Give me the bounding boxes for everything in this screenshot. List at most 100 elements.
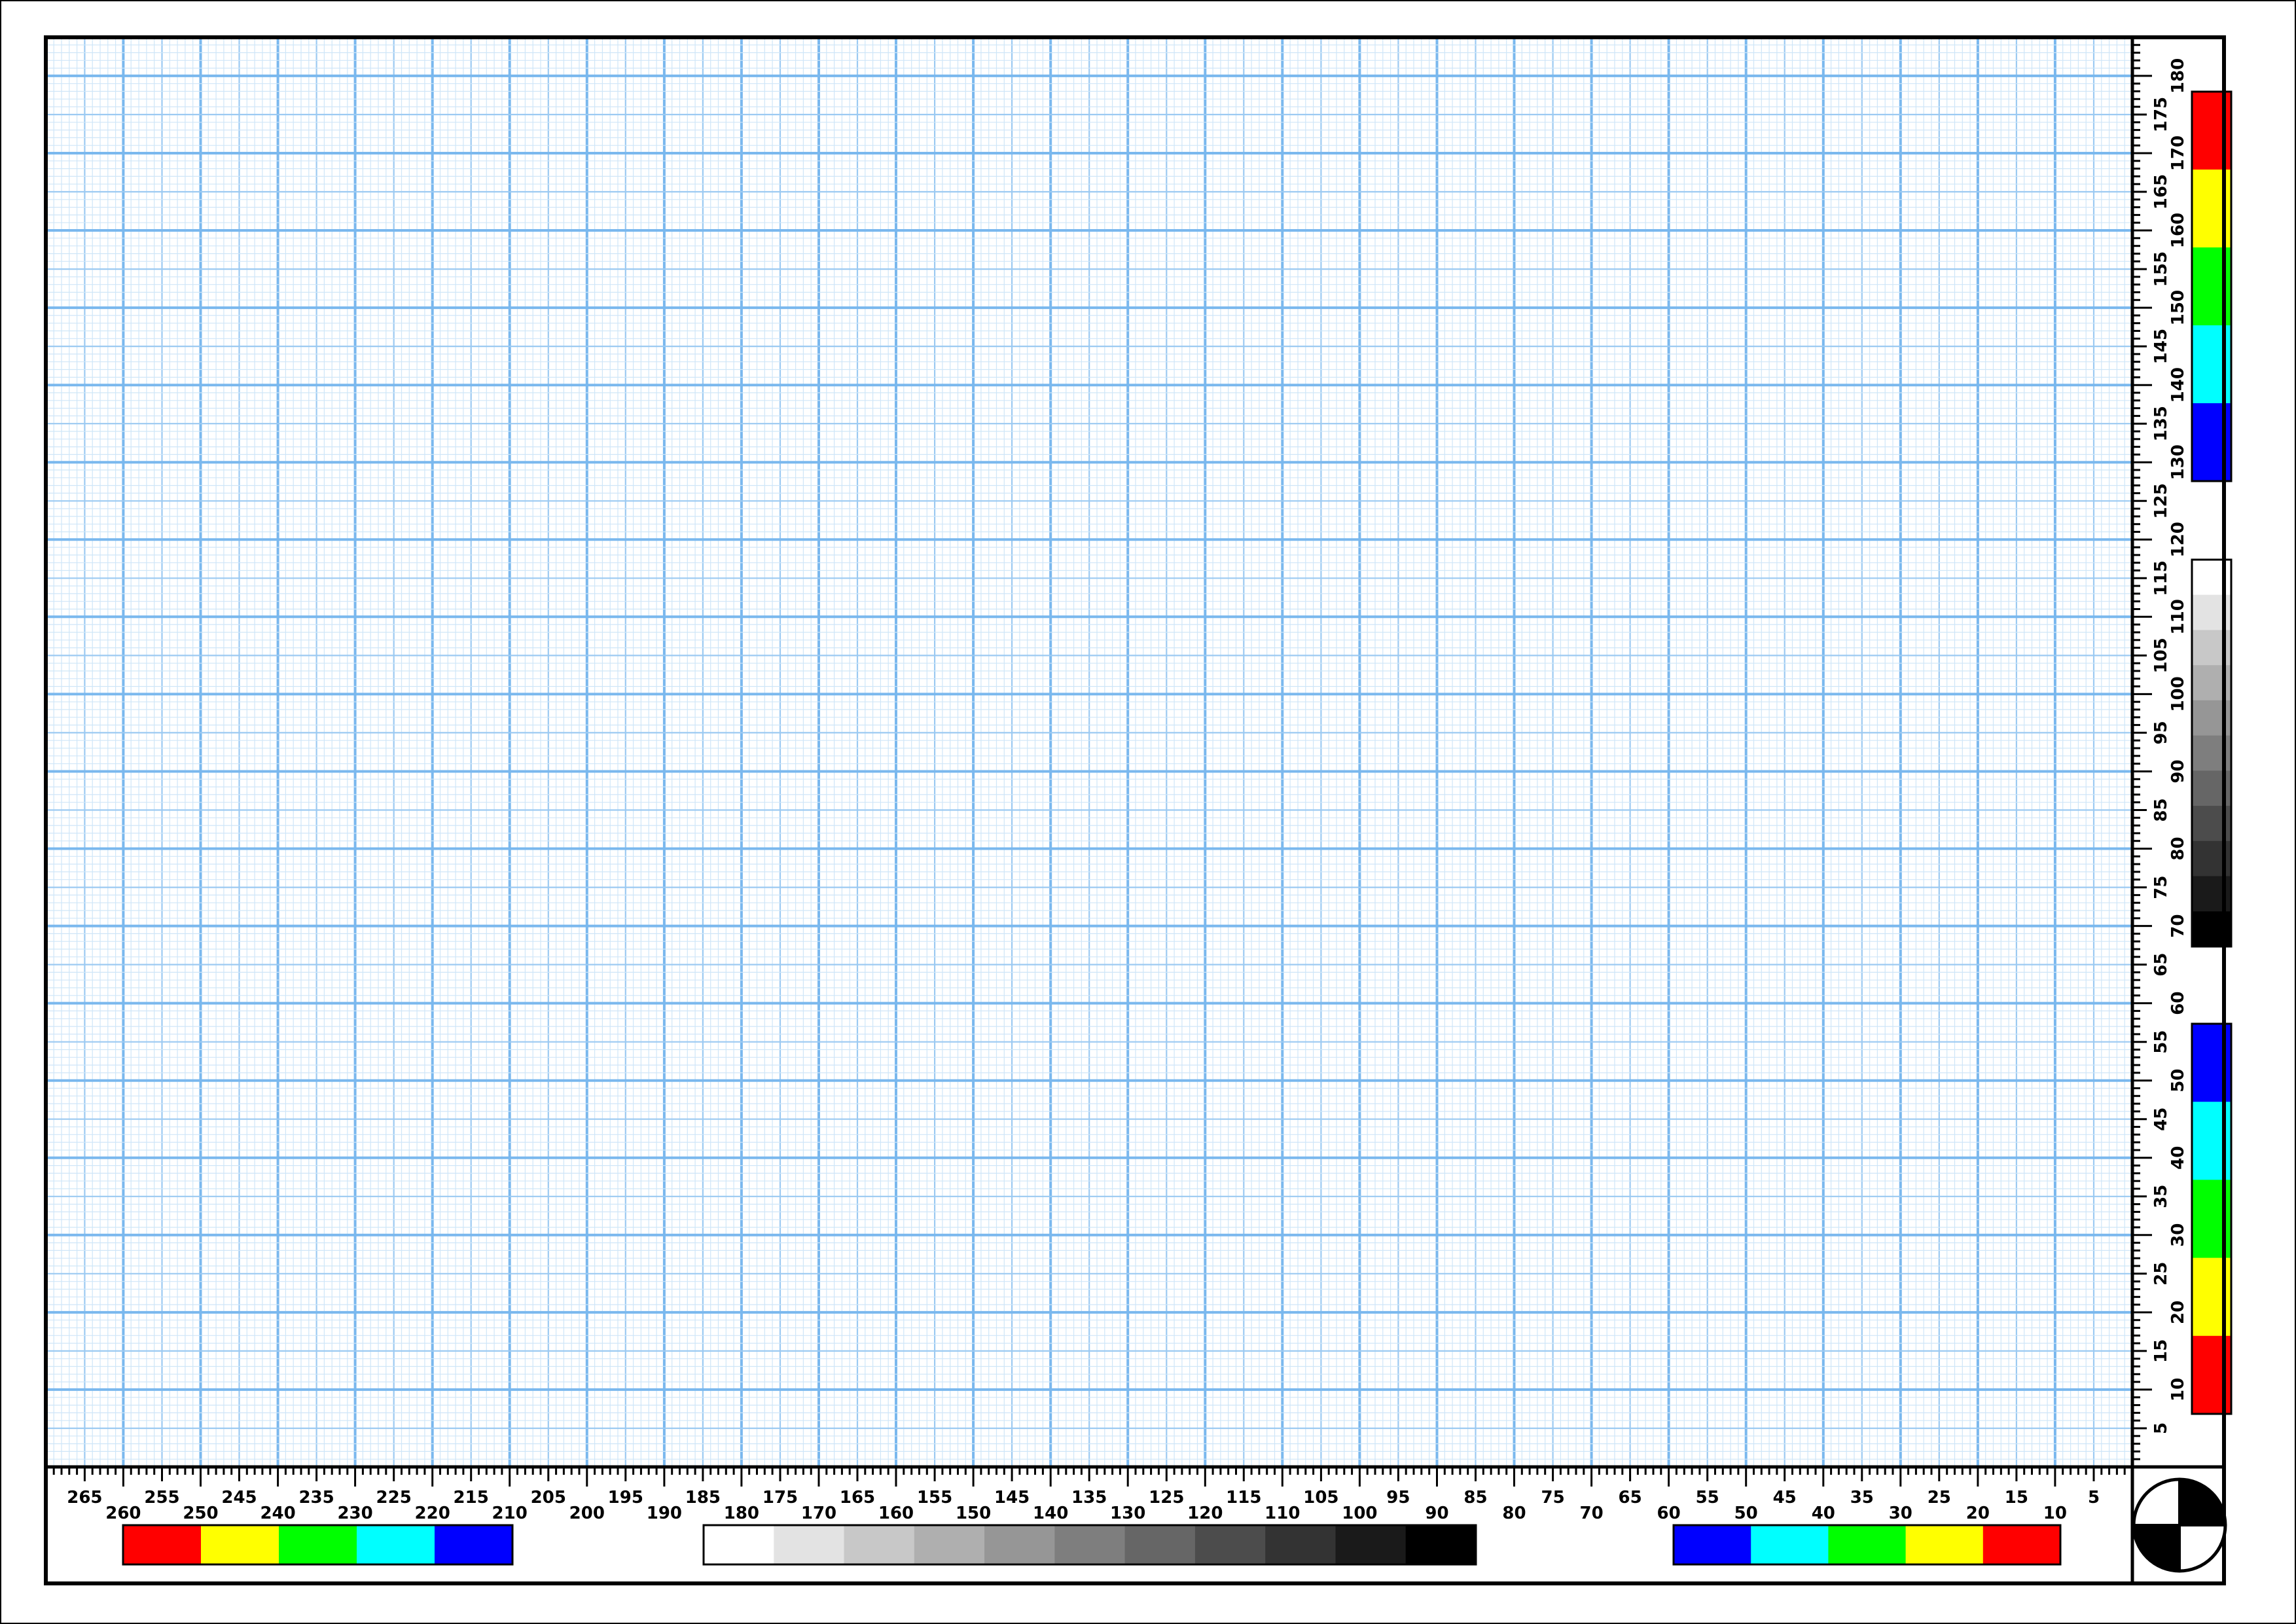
right-ruler-label-lower: 145 [2151,329,2171,364]
color-swatch [774,1525,845,1564]
bottom-ruler-label-upper: 155 [917,1488,952,1507]
right-ruler-label-upper: 90 [2168,759,2188,783]
bottom-ruler-label-lower: 10 [2043,1504,2067,1523]
bottom-ruler-label-upper: 15 [2005,1488,2028,1507]
bottom-ruler-label-lower: 110 [1265,1504,1300,1523]
right-ruler-label-lower: 95 [2151,721,2171,744]
bottom-ruler-label-lower: 40 [1812,1504,1835,1523]
bottom-ruler-label-lower: 120 [1187,1504,1223,1523]
graph-paper-sheet: 265 255 245 235 225 215 205 195 185 175 165 155 145 1… [0,0,2296,1624]
color-swatch [1674,1525,1751,1564]
color-swatch [201,1525,279,1564]
bottom-ruler-label-upper: 225 [376,1488,412,1507]
right-ruler-label-lower: 5 [2151,1422,2171,1434]
right-ruler-label-upper: 50 [2168,1069,2188,1092]
right-ruler-label-lower: 125 [2151,483,2171,518]
bottom-ruler-label-lower: 220 [415,1504,450,1523]
bottom-ruler-label-upper: 55 [1696,1488,1719,1507]
bottom-ruler-label-upper: 35 [1850,1488,1874,1507]
right-ruler-label-upper: 140 [2168,367,2188,403]
right-ruler-label-upper: 130 [2168,444,2188,480]
bottom-ruler-label-lower: 180 [724,1504,759,1523]
bottom-ruler-label-lower: 70 [1580,1504,1604,1523]
sheet-edge [0,0,2296,1624]
bottom-ruler-label-upper: 95 [1386,1488,1410,1507]
color-swatch [279,1525,357,1564]
bottom-ruler-label-upper: 215 [454,1488,489,1507]
right-ruler-label-lower: 45 [2151,1108,2171,1131]
bottom-ruler-label-lower: 140 [1033,1504,1068,1523]
right-ruler-label-upper: 100 [2168,676,2188,712]
right-ruler-label-upper: 170 [2168,135,2188,171]
bottom-ruler-label-upper: 175 [762,1488,798,1507]
bottom-ruler-label-lower: 210 [492,1504,528,1523]
bottom-ruler-label-upper: 255 [144,1488,179,1507]
bottom-ruler-label-upper: 5 [2088,1488,2100,1507]
color-swatch [984,1525,1055,1564]
bottom-ruler-label-lower: 130 [1110,1504,1145,1523]
right-ruler-label-lower: 165 [2151,174,2171,209]
color-swatch [704,1525,774,1564]
color-swatch [435,1525,513,1564]
right-ruler-label-upper: 160 [2168,213,2188,248]
bottom-ruler-label-upper: 25 [1928,1488,1951,1507]
bottom-ruler-label-upper: 85 [1463,1488,1487,1507]
right-ruler-label-upper: 20 [2168,1301,2188,1324]
bottom-ruler-label-upper: 145 [994,1488,1030,1507]
bottom-ruler-label-upper: 45 [1773,1488,1797,1507]
bottom-left-color-bar [122,1524,514,1566]
color-swatch [1828,1525,1907,1564]
right-ruler-label-lower: 35 [2151,1185,2171,1208]
right-ruler-label-lower: 175 [2151,97,2171,132]
right-ruler-label-lower: 25 [2151,1262,2171,1286]
bottom-ruler-label-upper: 205 [531,1488,566,1507]
bottom-ruler-label-upper: 75 [1541,1488,1565,1507]
bottom-ruler-label-upper: 65 [1619,1488,1642,1507]
right-ruler-label-upper: 10 [2168,1378,2188,1401]
right-ruler-label-upper: 120 [2168,522,2188,557]
bottom-ruler-label-lower: 200 [569,1504,605,1523]
bottom-ruler-label-lower: 30 [1889,1504,1912,1523]
right-ruler-label-upper: 80 [2168,837,2188,860]
bottom-grayscale-bar [702,1524,1477,1566]
bottom-ruler-label-upper: 245 [221,1488,257,1507]
right-ruler-label-lower: 65 [2151,953,2171,977]
bottom-ruler-label-lower: 230 [337,1504,372,1523]
color-swatch [1265,1525,1336,1564]
right-ruler-label-upper: 150 [2168,290,2188,325]
right-ruler-label-lower: 85 [2151,798,2171,821]
right-ruler-label-lower: 15 [2151,1339,2171,1363]
bottom-ruler-label-upper: 235 [298,1488,334,1507]
color-swatch [357,1525,435,1564]
color-swatch [1194,1525,1266,1564]
right-ruler-label-upper: 180 [2168,58,2188,94]
color-swatch [914,1525,985,1564]
color-swatch [1405,1525,1477,1564]
bottom-ruler-label-upper: 135 [1071,1488,1107,1507]
bottom-ruler-label-upper: 115 [1226,1488,1261,1507]
color-swatch [1124,1525,1196,1564]
right-ruler-label-lower: 135 [2151,406,2171,441]
right-ruler-label-upper: 70 [2168,914,2188,938]
bottom-ruler-label-upper: 195 [608,1488,643,1507]
right-ruler-label-lower: 75 [2151,876,2171,899]
bottom-ruler-label-upper: 265 [67,1488,102,1507]
bottom-ruler-label-lower: 60 [1657,1504,1681,1523]
bottom-right-color-bar [1672,1524,2062,1566]
color-swatch [1054,1525,1126,1564]
right-ruler-label-upper: 60 [2168,992,2188,1015]
bottom-ruler-label-upper: 125 [1149,1488,1184,1507]
color-swatch [1905,1525,1984,1564]
bottom-ruler-label-lower: 150 [956,1504,991,1523]
bottom-ruler-label-upper: 165 [840,1488,875,1507]
bottom-ruler-label-upper: 105 [1303,1488,1338,1507]
bottom-ruler-label-lower: 190 [647,1504,682,1523]
bottom-ruler-label-lower: 50 [1734,1504,1758,1523]
bottom-ruler-label-lower: 90 [1425,1504,1448,1523]
color-swatch [123,1525,202,1564]
color-swatch [1982,1525,2061,1564]
crosshair-target-icon [2132,1477,2227,1573]
bottom-ruler-label-lower: 160 [878,1504,914,1523]
bottom-ruler-label-lower: 250 [183,1504,218,1523]
bottom-ruler-label-lower: 170 [801,1504,836,1523]
